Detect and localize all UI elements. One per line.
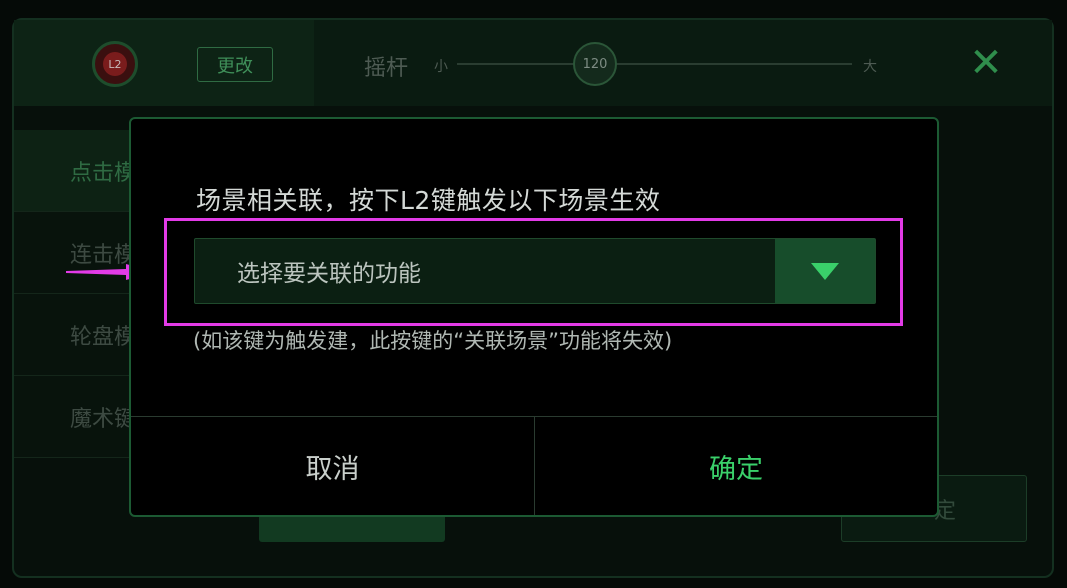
- confirm-button[interactable]: 确定: [535, 417, 937, 515]
- triangle-down-icon: [811, 262, 839, 280]
- dropdown-toggle-button[interactable]: [775, 239, 875, 303]
- key-info-section: L2 更改: [14, 20, 314, 106]
- slider-min-label: 小: [434, 59, 448, 75]
- joystick-label: 摇杆: [364, 56, 409, 81]
- l2-key-badge[interactable]: L2: [92, 41, 138, 87]
- sidebar-item-label: 轮盘模: [70, 324, 137, 350]
- close-icon: ✕: [969, 40, 1003, 86]
- cancel-button[interactable]: 取消: [131, 417, 534, 515]
- close-button[interactable]: ✕: [920, 20, 1052, 106]
- sidebar-item-label: 魔术键: [70, 406, 137, 432]
- top-bar: L2 更改 摇杆 小 120 大 ✕: [14, 20, 1052, 106]
- function-select-dropdown[interactable]: 选择要关联的功能: [194, 238, 876, 304]
- joystick-size-slider-knob[interactable]: 120: [573, 42, 617, 86]
- dialog-note: (如该键为触发建，此按键的“关联场景”功能将失效): [193, 329, 673, 353]
- joystick-size-slider-track[interactable]: [457, 63, 852, 65]
- function-select-placeholder: 选择要关联的功能: [237, 261, 421, 287]
- scene-link-dialog: 场景相关联，按下L2键触发以下场景生效 选择要关联的功能 (如该键为触发建，此按…: [129, 117, 939, 517]
- sidebar-item-label: 点击模: [70, 160, 137, 186]
- slider-max-label: 大: [863, 59, 877, 75]
- l2-key-label: L2: [103, 52, 127, 76]
- change-button[interactable]: 更改: [197, 47, 273, 82]
- dialog-title: 场景相关联，按下L2键触发以下场景生效: [196, 186, 661, 215]
